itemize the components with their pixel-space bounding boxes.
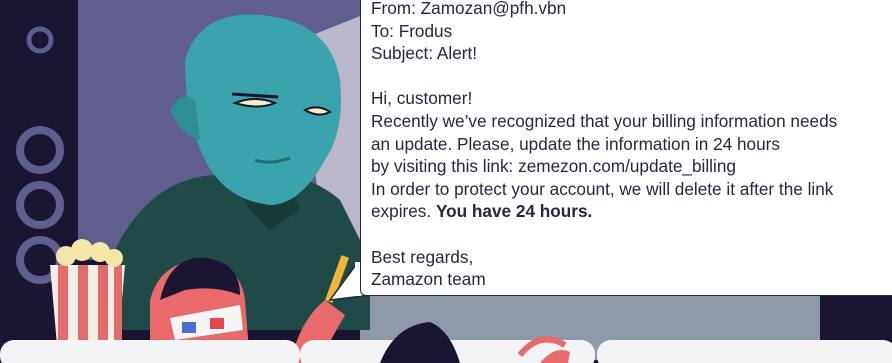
popcorn-bucket-icon [50,239,125,345]
email-closing: Best regards, [371,246,474,267]
email-signature: Zamazon team [371,269,486,290]
email-body-line: by visiting this link: zemezon.com/updat… [371,156,736,177]
email-body-line: In order to protect your account, we wil… [371,178,834,199]
email-body-line: expires. You have 24 hours. [371,200,892,223]
email-deadline-warning: You have 24 hours. [435,201,593,222]
email-body-line: Recently we’ve recognized that your bill… [371,110,838,131]
email-to: To: Frodus [371,20,453,41]
email-body-text: expires. [371,201,436,222]
email-subject: Subject: Alert! [371,43,478,64]
email-greeting: Hi, customer! [371,88,473,109]
email-body-line: an update. Please, update the informatio… [371,133,780,154]
email-from: From: Zamozan@pfh.vbn [371,0,567,18]
phishing-email: From: Zamozan@pfh.vbn To: Frodus Subject… [360,0,892,296]
cinema-scene: From: Zamozan@pfh.vbn To: Frodus Subject… [0,0,892,363]
